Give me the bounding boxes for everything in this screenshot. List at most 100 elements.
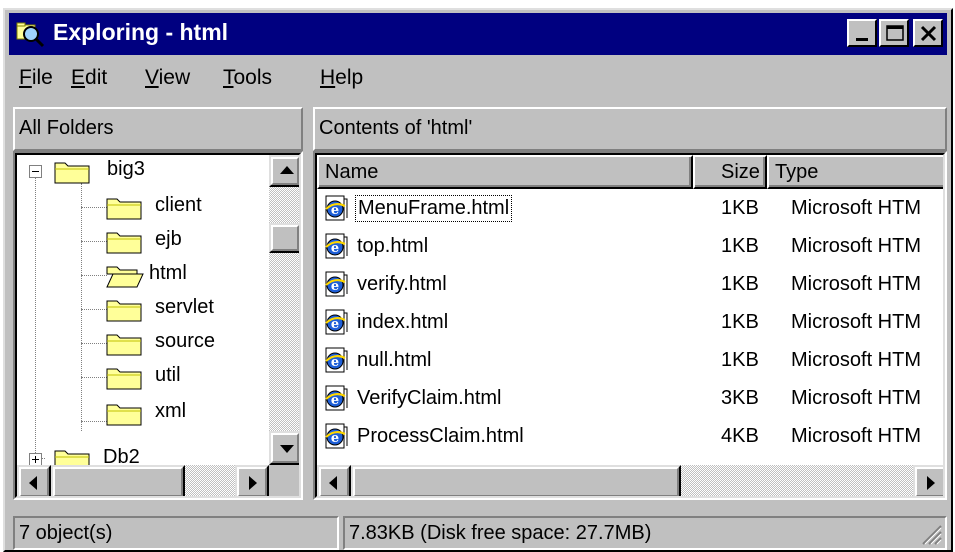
file-name: VerifyClaim.html [357,387,502,409]
folder-icon [106,300,142,322]
tree-item-label: html [149,262,187,284]
folder-icon [106,368,142,390]
column-size-header[interactable]: Size [693,155,767,189]
file-row[interactable]: e top.html 1KB Microsoft HTM [317,229,943,265]
file-row[interactable]: e verify.html 1KB Microsoft HTM [317,267,943,303]
menu-edit[interactable]: Edit [71,66,107,90]
minimize-button[interactable] [847,19,877,47]
maximize-icon [886,25,904,41]
file-type: Microsoft HTM [791,273,921,295]
file-list-pane[interactable]: Name Size Type e MenuFrame.html 1KB Microso… [313,151,947,500]
file-size: 1KB [721,349,759,371]
menu-view[interactable]: View [145,66,190,90]
arrow-down-icon [280,445,294,453]
file-type: Microsoft HTM [791,311,921,333]
menu-file-rest: ile [31,66,53,89]
menu-file[interactable]: File [19,66,53,90]
arrow-left-icon [329,476,337,490]
tree-item-label: client [155,194,202,216]
menu-tools[interactable]: Tools [223,66,272,90]
list-scroll-left-button[interactable] [317,465,351,496]
tree-item-label: servlet [155,296,214,318]
menu-edit-rest: dit [85,66,108,89]
tree-item-label: xml [155,400,187,422]
contents-header: Contents of 'html' [313,107,947,151]
file-size: 1KB [721,273,759,295]
file-row[interactable]: e null.html 1KB Microsoft HTM [317,343,943,379]
all-folders-header: All Folders [13,107,303,151]
tree-vscroll-thumb[interactable] [269,223,299,253]
tree-item-label: source [155,330,216,352]
explorer-window: Exploring - html File Edit View Tools He… [3,8,953,552]
file-name: null.html [357,349,432,371]
arrow-right-icon [249,476,257,490]
folder-tree-pane[interactable]: big3 client ejb html servlet source util… [13,151,303,500]
collapse-icon[interactable] [29,165,42,178]
tree-scroll-right-button[interactable] [235,465,269,496]
column-size-label: Size [721,161,760,183]
folder-icon [54,162,90,184]
file-size: 3KB [721,387,759,409]
file-size: 1KB [721,311,759,333]
file-name: top.html [357,235,429,257]
window-title: Exploring - html [53,19,229,45]
menu-help[interactable]: Help [320,66,363,90]
file-size: 4KB [721,425,759,447]
file-row[interactable]: e ProcessClaim.html 4KB Microsoft HTM [317,419,943,455]
arrow-left-icon [29,476,37,490]
tree-scroll-down-button[interactable] [269,431,299,465]
status-object-count: 7 object(s) [13,516,339,550]
file-name: verify.html [357,273,447,295]
close-icon [920,25,937,42]
column-type-header[interactable]: Type [767,155,943,189]
file-size: 1KB [721,197,759,219]
column-type-label: Type [775,161,819,183]
menu-view-rest: iew [158,66,191,89]
tree-vscroll-track[interactable] [269,155,299,465]
status-size-text: 7.83KB (Disk free space: 27.7MB) [349,522,652,544]
list-scroll-right-button[interactable] [913,465,943,496]
ie-html-file-icon: e [325,385,348,411]
file-type: Microsoft HTM [791,197,921,219]
folder-icon [106,334,142,356]
menu-tools-accel: T [223,66,234,89]
file-name: ProcessClaim.html [357,425,524,447]
file-type: Microsoft HTM [791,235,921,257]
menu-tools-rest: ools [233,66,273,89]
file-type: Microsoft HTM [791,349,921,371]
menu-help-rest: elp [335,66,364,89]
file-name: MenuFrame.html [354,195,513,222]
tree-scroll-left-button[interactable] [17,465,51,496]
explorer-magnifier-icon [16,22,45,48]
list-hscroll-thumb[interactable] [351,465,681,496]
ie-html-file-icon: e [325,423,348,449]
file-name: index.html [357,311,449,333]
scroll-corner [269,465,299,496]
folder-icon [106,404,142,426]
menu-bar: File Edit View Tools Help [9,62,947,96]
tree-hscroll-thumb[interactable] [51,465,185,496]
title-bar[interactable]: Exploring - html [9,13,947,55]
file-type: Microsoft HTM [791,387,921,409]
menu-file-accel: F [19,66,32,89]
menu-edit-accel: E [71,66,86,89]
file-row[interactable]: e index.html 1KB Microsoft HTM [317,305,943,341]
maximize-button[interactable] [879,19,909,47]
folder-icon [106,198,142,220]
tree-item-label: big3 [107,158,145,180]
resize-grip-icon[interactable] [919,522,943,546]
column-name-header[interactable]: Name [317,155,693,189]
file-row[interactable]: e MenuFrame.html 1KB Microsoft HTM [317,191,943,227]
ie-html-file-icon: e [325,195,348,221]
tree-scroll-up-button[interactable] [269,155,299,187]
arrow-up-icon [280,166,294,174]
menu-view-accel: V [145,66,159,89]
file-row[interactable]: e VerifyClaim.html 3KB Microsoft HTM [317,381,943,417]
ie-html-file-icon: e [325,271,348,297]
status-size: 7.83KB (Disk free space: 27.7MB) [343,516,947,550]
close-button[interactable] [913,19,943,47]
minimize-icon [856,38,868,41]
ie-html-file-icon: e [325,233,348,259]
ie-html-file-icon: e [325,309,348,335]
ie-html-file-icon: e [325,347,348,373]
